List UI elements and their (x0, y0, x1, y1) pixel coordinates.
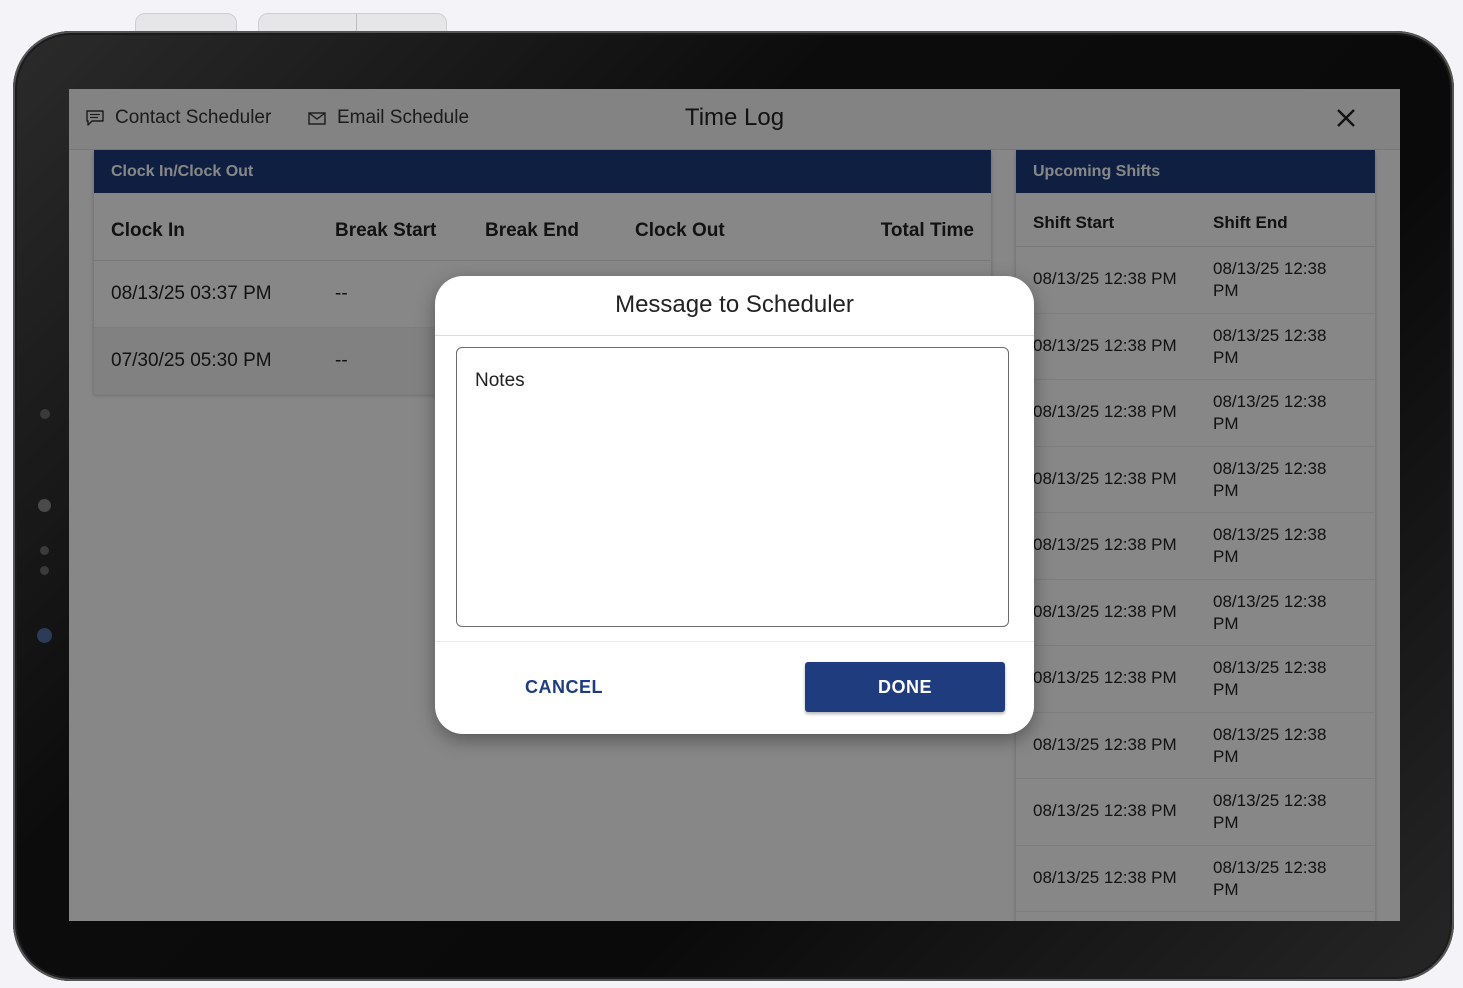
cancel-button[interactable]: CANCEL (477, 662, 651, 712)
app-screen: Contact Scheduler Email Schedule Time Lo… (69, 89, 1400, 921)
front-camera (38, 499, 51, 512)
message-dialog: Message to Scheduler CANCEL DONE (435, 276, 1034, 734)
dialog-title: Message to Scheduler (615, 291, 854, 318)
indicator-light (37, 628, 52, 643)
divider (435, 641, 1034, 642)
notes-field[interactable] (456, 347, 1009, 627)
light-sensor (40, 546, 49, 555)
proximity-sensor (40, 566, 49, 575)
camera-sensor (40, 409, 50, 419)
divider (435, 335, 1034, 336)
done-button[interactable]: DONE (805, 662, 1005, 712)
